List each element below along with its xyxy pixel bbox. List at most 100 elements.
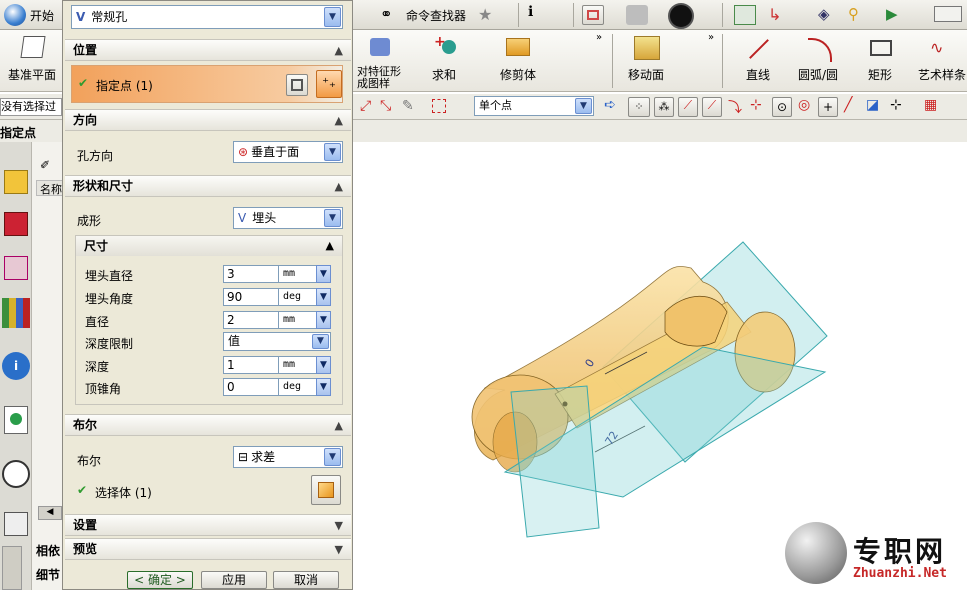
chevron-down-icon[interactable]: ▼	[324, 143, 341, 161]
csink-diameter-menu-icon[interactable]: ▼	[316, 265, 331, 283]
arc-circle-button[interactable]: 圆弧/圆	[798, 66, 838, 83]
constraint-navigator-icon[interactable]	[4, 212, 28, 236]
command-finder-button[interactable]: 命令查找器	[406, 7, 466, 24]
unite-icon[interactable]: +	[434, 34, 456, 56]
expand-icon[interactable]: ▼	[335, 515, 343, 536]
scroll-left-icon[interactable]: ◀	[38, 506, 62, 520]
specify-point-row[interactable]: ✔ 指定点 (1) ⁺₊	[71, 65, 343, 103]
snap-icon[interactable]: ⤢	[360, 98, 371, 114]
apply-button[interactable]: 应用	[201, 571, 267, 589]
snap-curve-icon[interactable]: ⤵	[728, 97, 742, 117]
details-header[interactable]: 细节	[36, 566, 64, 583]
arrow-right-icon[interactable]: ➪	[604, 97, 616, 113]
ruler-icon[interactable]	[934, 6, 962, 22]
analysis-icon[interactable]: ◈	[818, 5, 840, 25]
line-icon[interactable]	[748, 38, 770, 59]
snap-grid-icon[interactable]: ▦	[924, 97, 937, 113]
move-face-icon[interactable]	[634, 36, 660, 60]
model-view[interactable]: 0 72	[355, 142, 967, 590]
snap-endpoint-icon[interactable]: ⁂	[654, 97, 674, 117]
dependencies-header[interactable]: 相依	[36, 542, 64, 559]
studio-spline-button[interactable]: 艺术样条	[918, 66, 966, 83]
dimensions-header[interactable]: 尺寸 ▲	[76, 236, 342, 256]
snap-clear-icon[interactable]: ⊹	[890, 97, 902, 113]
form-select[interactable]: Ⅴ 埋头 ▼	[233, 207, 343, 229]
rectangle-icon[interactable]	[870, 40, 892, 56]
point-dialog-icon[interactable]: ⁺₊	[316, 70, 342, 98]
datum-plane-button[interactable]: 基准平面	[8, 66, 56, 83]
snap-on-curve-icon[interactable]: ╱	[844, 97, 852, 113]
snap-quadrant-icon[interactable]: ◎	[798, 97, 810, 113]
depth-limit-select[interactable]: 值 ▼	[223, 332, 331, 351]
wcs-icon[interactable]: ↳	[768, 5, 790, 25]
snap-face-icon[interactable]: ◪	[866, 97, 879, 113]
collapse-icon[interactable]: ▲	[335, 110, 343, 131]
ok-button[interactable]: < 确定 >	[127, 571, 193, 589]
more-chevron-icon[interactable]: »	[708, 32, 714, 43]
snap-line-icon[interactable]: ⟋	[678, 97, 698, 117]
chevron-down-icon[interactable]: ▼	[575, 98, 592, 114]
binoculars-icon[interactable]: ⚭	[380, 5, 400, 23]
move-face-button[interactable]: 移动面	[628, 66, 664, 83]
tip-angle-input[interactable]: 0	[223, 378, 279, 396]
hole-direction-select[interactable]: ⊛ 垂直于面 ▼	[233, 141, 343, 163]
fit-view-icon[interactable]	[582, 5, 604, 25]
boolean-select[interactable]: ⊟ 求差 ▼	[233, 446, 343, 468]
scrollbar[interactable]	[2, 546, 22, 590]
diameter-input[interactable]: 2	[223, 311, 279, 329]
snap-existing-icon[interactable]: +	[818, 97, 838, 117]
shaded-view-icon[interactable]	[626, 5, 648, 25]
more-chevron-icon[interactable]: »	[596, 32, 602, 43]
csink-diameter-input[interactable]: 3	[223, 265, 279, 283]
info-web-icon[interactable]: i	[2, 352, 30, 380]
part-navigator-icon[interactable]	[4, 256, 28, 280]
snap-icon[interactable]: ✎	[402, 98, 414, 114]
collapse-icon[interactable]: ▲	[335, 415, 343, 436]
pin-icon[interactable]: ✐	[40, 158, 50, 172]
direction-section-header[interactable]: 方向 ▲	[65, 109, 351, 131]
marquee-icon[interactable]	[432, 99, 446, 113]
play-icon[interactable]: ▶	[886, 5, 908, 25]
history-icon[interactable]	[4, 406, 28, 434]
start-icon[interactable]	[4, 4, 26, 26]
boolean-section-header[interactable]: 布尔 ▲	[65, 414, 351, 436]
start-button[interactable]: 开始	[30, 7, 54, 24]
tip-angle-menu-icon[interactable]: ▼	[316, 378, 331, 396]
chevron-down-icon[interactable]: ▼	[324, 209, 341, 227]
star-icon[interactable]: ★	[478, 5, 498, 25]
form-section-header[interactable]: 形状和尺寸 ▲	[65, 175, 351, 197]
select-body-button[interactable]	[311, 475, 341, 505]
diameter-menu-icon[interactable]: ▼	[316, 311, 331, 329]
assembly-navigator-icon[interactable]	[4, 170, 28, 194]
reuse-library-icon[interactable]	[2, 298, 30, 328]
info-icon[interactable]: ℹ	[528, 4, 548, 26]
settings-section-header[interactable]: 设置 ▼	[65, 514, 351, 536]
snap-midpoint-icon[interactable]: ⟋	[702, 97, 722, 117]
csink-angle-input[interactable]: 90	[223, 288, 279, 306]
arc-icon[interactable]	[808, 38, 832, 62]
snap-icon[interactable]: ⤡	[380, 98, 391, 114]
collapse-icon[interactable]: ▲	[326, 236, 334, 256]
preview-section-header[interactable]: 预览 ▼	[65, 538, 351, 560]
graphics-window[interactable]: 0 72 专职网 Zhuanzhi.Net	[355, 142, 967, 590]
datum-plane[interactable]	[510, 385, 600, 538]
spline-icon[interactable]: ∿	[930, 38, 954, 58]
line-button[interactable]: 直线	[746, 66, 770, 83]
snap-center-icon[interactable]: ⊙	[772, 97, 792, 117]
collapse-icon[interactable]: ▲	[335, 40, 343, 61]
rectangle-button[interactable]: 矩形	[868, 66, 892, 83]
unite-button[interactable]: 求和	[432, 66, 456, 83]
layer-icon[interactable]	[734, 5, 756, 25]
depth-menu-icon[interactable]: ▼	[316, 356, 331, 374]
roles-icon[interactable]	[4, 512, 28, 536]
type-filter-field[interactable]: 没有选择过	[0, 98, 62, 116]
trim-body-button[interactable]: 修剪体	[500, 66, 536, 83]
render-style-icon[interactable]	[668, 3, 694, 29]
chevron-down-icon[interactable]: ▼	[312, 334, 329, 349]
collapse-icon[interactable]: ▲	[335, 176, 343, 197]
pattern-icon[interactable]	[370, 38, 390, 56]
datum-plane-icon[interactable]	[20, 36, 46, 58]
snap-point-icon[interactable]: ⁘	[628, 97, 650, 117]
chevron-down-icon[interactable]: ▼	[324, 448, 341, 466]
pattern-feature-button[interactable]: 对特征形成图样	[357, 66, 409, 90]
